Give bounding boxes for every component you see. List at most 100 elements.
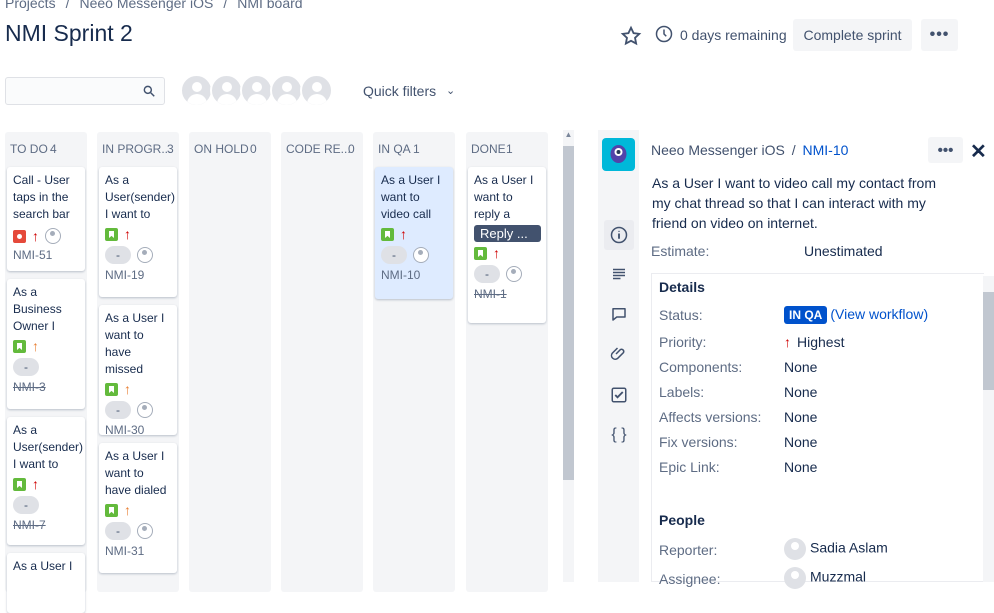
people-heading: People	[659, 512, 705, 528]
labels-value[interactable]: None	[784, 384, 817, 400]
field-label: Components:	[659, 359, 743, 375]
card-key: NMI-19	[105, 268, 145, 282]
column-in-progress: IN PROGR... 3 As a User(sender) I want t…	[97, 132, 179, 592]
avatar[interactable]	[180, 74, 213, 107]
estimate-pill: -	[381, 246, 407, 264]
assignee-value[interactable]: Muzzmal	[784, 567, 866, 589]
issue-key-link[interactable]: NMI-10	[803, 142, 849, 158]
assignee-name: Muzzmal	[810, 568, 867, 585]
card[interactable]: As a User(sender) I want to ↑ - NMI-19	[99, 167, 177, 297]
card[interactable]: As a User I want to reply a Reply ... ↑ …	[468, 167, 546, 323]
chevron-down-icon[interactable]: ⌄	[446, 84, 455, 97]
project-avatar-icon	[602, 138, 635, 171]
card-title: As a User I want to have dialed	[105, 449, 167, 497]
complete-sprint-button[interactable]: Complete sprint	[793, 19, 912, 51]
unassigned-avatar-icon	[137, 523, 153, 539]
card-key: NMI-31	[105, 544, 145, 558]
more-button[interactable]: •••	[921, 19, 958, 51]
card[interactable]: Call - User taps in the search bar ↑ NMI…	[7, 167, 85, 271]
breadcrumb-project[interactable]: Neeo Messenger iOS	[79, 0, 213, 11]
card-key: NMI-1	[474, 287, 507, 301]
avatar[interactable]	[210, 74, 243, 107]
field-label: Affects versions:	[659, 409, 762, 425]
column-count: 1	[506, 142, 513, 156]
priority-field[interactable]: ↑ Highest	[784, 334, 844, 350]
card[interactable]: As a User I want to have dialed ↑ - NMI-…	[99, 443, 177, 573]
avatar[interactable]	[300, 74, 333, 107]
breadcrumb-separator: /	[223, 0, 228, 11]
attachment-icon[interactable]	[604, 339, 634, 369]
priority-highest-icon: ↑	[32, 476, 39, 492]
field-label: Labels:	[659, 384, 705, 400]
column-title: ON HOLD	[194, 142, 249, 156]
story-icon	[105, 228, 118, 241]
comment-icon[interactable]	[604, 299, 634, 329]
priority-high-icon: ↑	[124, 381, 131, 397]
card-title: As a Business Owner I	[13, 285, 62, 333]
card-title: As a User(sender) I want to	[105, 173, 176, 221]
star-icon[interactable]	[620, 25, 642, 47]
breadcrumb-board[interactable]: NMI board	[237, 0, 302, 11]
story-icon	[381, 228, 394, 241]
story-icon	[474, 247, 487, 260]
search-input[interactable]	[5, 77, 165, 105]
card[interactable]: As a User I want to have missed ↑ - NMI-…	[99, 305, 177, 437]
card[interactable]: As a Business Owner I ↑ - NMI-3	[7, 279, 85, 409]
column-title: TO DO	[10, 142, 48, 156]
card-key: NMI-7	[13, 518, 46, 532]
code-braces-icon[interactable]: { }	[604, 420, 634, 450]
avatar-filter-group	[180, 74, 333, 108]
priority-highest-icon: ↑	[32, 227, 39, 244]
card[interactable]: As a User(sender) I want to ↑ - NMI-7	[7, 417, 85, 545]
view-workflow-link[interactable]: (View workflow)	[830, 306, 928, 322]
estimate-pill: -	[474, 265, 500, 283]
panel-project-link[interactable]: Neeo Messenger iOS	[651, 142, 785, 158]
column-count: 4	[50, 142, 57, 156]
checklist-icon[interactable]	[604, 380, 634, 410]
estimate-pill: -	[13, 496, 39, 514]
column-count: 3	[167, 142, 174, 156]
details-heading: Details	[659, 279, 705, 295]
estimate-label: Estimate:	[651, 243, 710, 259]
panel-scrollbar-thumb[interactable]	[983, 292, 994, 390]
estimate-pill: -	[105, 401, 131, 419]
fix-versions-value[interactable]: None	[784, 434, 817, 450]
status-badge[interactable]: IN QA	[784, 306, 828, 324]
estimate-pill: -	[13, 358, 39, 376]
issue-breadcrumb: Neeo Messenger iOS / NMI-10	[651, 142, 848, 158]
card-title: As a User(sender) I want to	[13, 423, 84, 471]
components-value[interactable]: None	[784, 359, 817, 375]
quick-filters-button[interactable]: Quick filters	[363, 83, 436, 99]
board-scrollbar-thumb[interactable]	[563, 146, 574, 480]
card[interactable]: As a User I	[7, 553, 85, 613]
description-icon[interactable]	[604, 259, 634, 289]
story-icon	[13, 340, 26, 353]
priority-highest-icon: ↑	[493, 245, 500, 261]
panel-more-button[interactable]: •••	[928, 137, 963, 163]
estimate-pill: -	[105, 246, 131, 264]
estimate-value: Unestimated	[804, 243, 883, 259]
field-label: Reporter:	[659, 542, 718, 558]
epic-link-value[interactable]: None	[784, 459, 817, 475]
column-count: 0	[250, 142, 257, 156]
info-icon[interactable]	[604, 220, 634, 250]
column-todo: TO DO 4 Call - User taps in the search b…	[5, 132, 87, 613]
avatar[interactable]	[270, 74, 303, 107]
card[interactable]: As a User I want to video call ↑ - NMI-1…	[375, 167, 453, 299]
search-icon	[143, 85, 155, 97]
scroll-up-arrow-icon[interactable]: ▲	[563, 130, 574, 142]
affects-versions-value[interactable]: None	[784, 409, 817, 425]
reporter-value[interactable]: Sadia Aslam	[784, 538, 888, 560]
breadcrumb: Projects / Neeo Messenger iOS / NMI board	[5, 0, 303, 11]
story-icon	[13, 478, 26, 491]
close-icon[interactable]: ✕	[970, 139, 987, 164]
label-tag: Reply ...	[474, 225, 541, 242]
estimate-pill: -	[105, 522, 131, 540]
column-count: 0	[348, 142, 355, 156]
field-label: Priority:	[659, 334, 707, 350]
breadcrumb-projects[interactable]: Projects	[5, 0, 56, 11]
column-in-qa: IN QA 1 As a User I want to video call ↑…	[373, 132, 455, 592]
avatar	[784, 538, 806, 560]
avatar[interactable]	[240, 74, 273, 107]
page-title: NMI Sprint 2	[5, 20, 133, 46]
